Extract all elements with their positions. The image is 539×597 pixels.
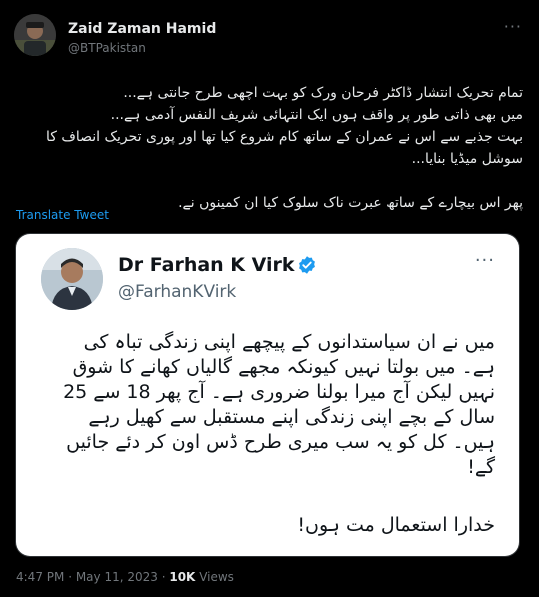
quoted-name: Dr Farhan K Virk [118,254,295,276]
author-avatar[interactable] [14,14,56,56]
quoted-handle: @FarhanKVirk [118,282,237,302]
views-count: 10K [169,570,196,584]
quoted-line: ہیں۔ کل کو یہ سب میری طرح ڈس اون کر دئے … [66,431,495,453]
tweet-line: سوشل میڈیا بنایا... [411,151,523,167]
quoted-more-icon: ··· [474,250,495,271]
tweet-time[interactable]: 4:47 PM [16,570,64,584]
quoted-line: ہے۔ میں بولتا نہیں کیونکہ مجھے گالیاں کھ… [72,356,495,378]
more-options-icon[interactable]: ··· [504,19,522,35]
tweet-line: بہت جذبے سے اس نے عمران کے ساتھ کام شروع… [45,129,523,145]
translate-tweet-link[interactable]: Translate Tweet [16,208,109,222]
author-name[interactable]: Zaid Zaman Hamid [68,21,216,37]
meta-separator: · [68,570,76,584]
views-label: Views [199,570,234,584]
quoted-text: میں نے ان سیاستدانوں کے پیچھے اپنی زندگی… [40,330,495,480]
tweet-meta: 4:47 PM · May 11, 2023 · 10K Views [16,570,234,584]
quoted-avatar [41,248,103,310]
quoted-line: سال کے بچے اپنی زندگی اپنے مستقبل سے کھی… [88,406,495,428]
tweet-date[interactable]: May 11, 2023 [76,570,158,584]
tweet-line: تمام تحریک انتشار ڈاکٹر فرحان ورک کو بہت… [123,85,523,101]
quoted-line: گے! [467,456,495,478]
author-handle[interactable]: @BTPakistan [68,41,146,55]
quoted-closing: خدارا استعمال مت ہوں! [297,514,495,536]
tweet-line: میں بھی ذاتی طور پر واقف ہوں ایک انتہائی… [110,107,523,123]
avatar-image [14,14,56,56]
quoted-tweet-image[interactable]: Dr Farhan K Virk @FarhanKVirk ··· میں نے… [16,234,519,556]
verified-badge-icon [299,256,315,274]
quoted-avatar-image [41,248,103,310]
quoted-line: نہیں لیکن آج میرا بولنا ضروری ہے۔ آج پھر… [63,381,495,403]
quoted-line: میں نے ان سیاستدانوں کے پیچھے اپنی زندگی… [83,331,495,353]
tweet-text: تمام تحریک انتشار ڈاکٹر فرحان ورک کو بہت… [16,82,523,214]
